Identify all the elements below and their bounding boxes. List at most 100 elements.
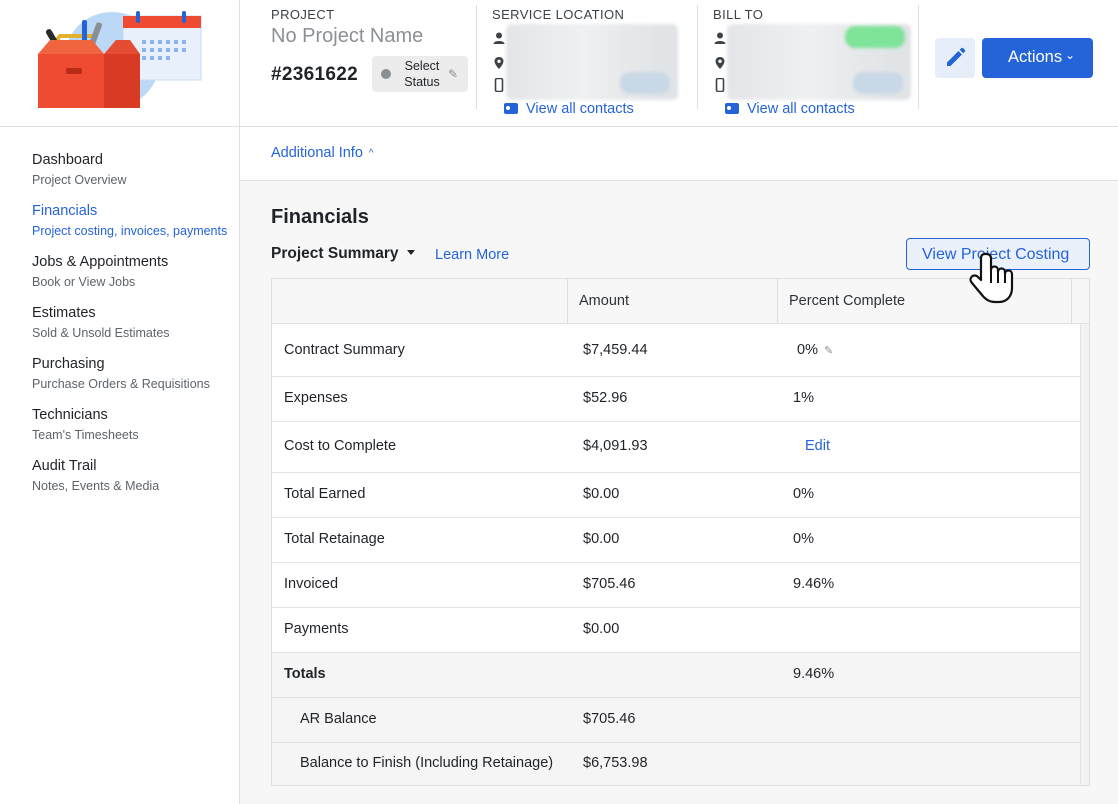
sidebar-item-title: Dashboard [32, 152, 103, 168]
sidebar-item-title: Audit Trail [32, 458, 97, 474]
sidebar-item-subtitle: Notes, Events & Media [32, 479, 160, 493]
table-row-totals: Totals 9.46% [272, 653, 1080, 698]
edit-cost-link[interactable]: Edit [805, 438, 830, 454]
sidebar-item-dashboard[interactable]: Dashboard Project Overview [32, 151, 126, 188]
column-divider [777, 279, 778, 324]
actions-button[interactable]: Actions ⌄ [982, 38, 1093, 78]
pencil-icon[interactable]: ✎ [824, 344, 833, 357]
sidebar-item-audit-trail[interactable]: Audit Trail Notes, Events & Media [32, 457, 159, 494]
sidebar-item-title: Purchasing [32, 356, 105, 372]
row-percent: 0% [793, 486, 814, 502]
sidebar-item-subtitle: Project costing, invoices, payments [32, 224, 228, 238]
location-pin-icon [494, 57, 504, 69]
row-amount: $7,459.44 [583, 342, 648, 358]
project-info: PROJECT No Project Name #2361622 Select … [271, 0, 476, 110]
row-amount: $0.00 [583, 621, 620, 637]
redacted-contact-info [506, 24, 678, 100]
page-title: Financials [271, 206, 369, 228]
sidebar-item-subtitle: Sold & Unsold Estimates [32, 326, 170, 340]
hand-pointer-cursor-icon [969, 252, 1014, 304]
sidebar-item-technicians[interactable]: Technicians Team's Timesheets [32, 406, 139, 443]
sidebar-item-subtitle: Project Overview [32, 173, 127, 187]
additional-info-bar: Additional Info ^ [240, 127, 1118, 181]
row-amount: $0.00 [583, 486, 620, 502]
row-label: AR Balance [300, 711, 377, 727]
table-row: AR Balance $705.46 [272, 698, 1080, 743]
header-divider [918, 5, 919, 109]
redacted-chip [620, 72, 670, 94]
table-row: Invoiced $705.46 9.46% [272, 563, 1080, 608]
table-row: Expenses $52.96 1% [272, 377, 1080, 422]
table-scrollbar[interactable] [1080, 324, 1089, 785]
status-dot-icon [381, 69, 391, 79]
row-label: Total Retainage [284, 531, 385, 547]
sidebar-item-estimates[interactable]: Estimates Sold & Unsold Estimates [32, 304, 170, 341]
chevron-down-icon: ⌄ [1065, 48, 1076, 62]
sidebar-item-jobs-appointments[interactable]: Jobs & Appointments Book or View Jobs [32, 253, 168, 290]
view-all-contacts-label: View all contacts [747, 101, 855, 117]
actions-label: Actions [1008, 48, 1063, 66]
phone-icon [494, 78, 504, 92]
table-row: Total Earned $0.00 0% [272, 473, 1080, 518]
row-amount: $705.46 [583, 576, 636, 592]
redacted-chip [845, 26, 905, 48]
row-amount: $52.96 [583, 390, 628, 406]
row-label: Balance to Finish (Including Retainage) [300, 755, 554, 771]
contact-card-icon [504, 103, 518, 114]
chevron-up-icon: ^ [368, 148, 374, 159]
project-summary-dropdown[interactable]: Project Summary [271, 245, 415, 263]
bill-to-label: BILL TO [713, 7, 764, 22]
edit-project-button[interactable] [935, 38, 975, 78]
column-header-percent-complete: Percent Complete [789, 293, 906, 309]
row-label: Contract Summary [284, 342, 405, 358]
select-status-label: Select Status [404, 59, 440, 89]
pencil-icon: ✎ [448, 67, 459, 81]
sidebar-item-financials[interactable]: Financials Project costing, invoices, pa… [32, 202, 227, 239]
sidebar-item-purchasing[interactable]: Purchasing Purchase Orders & Requisition… [32, 355, 210, 392]
page-header: PROJECT No Project Name #2361622 Select … [0, 0, 1118, 127]
person-icon [714, 32, 726, 44]
project-name[interactable]: No Project Name [271, 25, 423, 48]
view-all-contacts-label: View all contacts [526, 101, 634, 117]
row-amount: $4,091.93 [583, 438, 648, 454]
table-row: Balance to Finish (Including Retainage) … [272, 743, 1080, 785]
table-row: Cost to Complete $4,091.93 Edit [272, 422, 1080, 473]
row-label: Payments [284, 621, 349, 637]
row-percent: 9.46% [793, 666, 835, 682]
caret-down-icon [406, 250, 415, 255]
row-label: Expenses [284, 390, 348, 406]
main-content: Financials Project Summary Learn More Vi… [240, 181, 1118, 804]
service-location-label: SERVICE LOCATION [492, 7, 625, 22]
header-divider [476, 5, 477, 109]
header-divider [697, 5, 698, 109]
project-number: #2361622 [271, 64, 358, 85]
sidebar-item-subtitle: Purchase Orders & Requisitions [32, 377, 210, 391]
view-all-contacts-link[interactable]: View all contacts [504, 101, 634, 117]
row-amount: $705.46 [583, 711, 636, 727]
row-percent: 9.46% [793, 576, 835, 592]
sidebar-item-title: Jobs & Appointments [32, 254, 169, 270]
person-icon [493, 32, 505, 44]
project-summary-label: Project Summary [271, 245, 399, 262]
select-status-button[interactable]: Select Status ✎ [372, 56, 468, 92]
service-location: SERVICE LOCATION View all contacts [492, 0, 697, 120]
bill-to: BILL TO View all contacts [713, 0, 918, 120]
row-label: Total Earned [284, 486, 366, 502]
column-header-amount: Amount [579, 293, 629, 309]
view-all-contacts-link[interactable]: View all contacts [725, 101, 855, 117]
redacted-chip [853, 72, 903, 94]
phone-icon [715, 78, 725, 92]
additional-info-toggle[interactable]: Additional Info ^ [271, 145, 374, 161]
row-percent-value: 0% [797, 342, 818, 358]
sidebar-item-subtitle: Team's Timesheets [32, 428, 139, 442]
app-logo [0, 0, 240, 127]
toolbox-calendar-illustration [38, 11, 202, 108]
learn-more-link[interactable]: Learn More [435, 247, 509, 263]
additional-info-label: Additional Info [271, 145, 363, 161]
contact-card-icon [725, 103, 739, 114]
financial-summary-table: Amount Percent Complete Contract Summary… [271, 278, 1090, 786]
row-percent: 1% [793, 390, 814, 406]
project-label: PROJECT [271, 7, 335, 22]
row-percent: 0% [793, 531, 814, 547]
table-row: Total Retainage $0.00 0% [272, 518, 1080, 563]
